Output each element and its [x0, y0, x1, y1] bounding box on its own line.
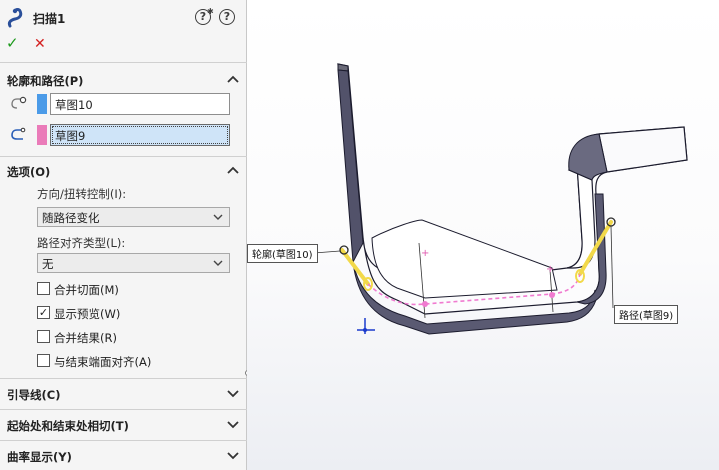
orientation-label: 方向/扭转控制(I):	[37, 187, 127, 201]
chevron-down-icon	[213, 214, 223, 220]
section-divider	[0, 440, 247, 441]
merge-result-label: 合并结果(R)	[54, 331, 117, 345]
show-preview-label: 显示预览(W)	[54, 307, 121, 321]
path-callout[interactable]: 路径(草图9)	[614, 305, 679, 324]
sketch-point-mark: +	[546, 264, 554, 275]
path-callout-leader	[610, 225, 614, 309]
section-title-options: 选项(O)	[7, 165, 51, 179]
show-preview-option[interactable]: ✓ 显示预览(W)	[37, 305, 237, 321]
alignment-dropdown[interactable]: 无	[37, 253, 230, 273]
chevron-down-icon	[213, 260, 223, 266]
whats-new-help-icon[interactable]: ? ✱	[195, 7, 214, 25]
show-preview-checkbox[interactable]: ✓	[37, 306, 50, 319]
section-divider	[0, 156, 247, 157]
section-header-profile-path[interactable]: 轮廓和路径(P)	[0, 68, 247, 92]
profile-callout[interactable]: 轮廓(草图10)	[247, 244, 318, 263]
section-divider	[0, 62, 247, 63]
cancel-button[interactable]: ✕	[34, 36, 46, 52]
ok-button[interactable]: ✓	[6, 35, 19, 51]
merge-tangent-faces-option[interactable]: 合并切面(M)	[37, 281, 237, 297]
path-point	[422, 301, 428, 307]
whats-new-help-glyph: ?	[199, 10, 207, 23]
chevron-down-icon[interactable]	[227, 388, 239, 398]
sweep-preview-model[interactable]: + +	[247, 0, 719, 470]
left-wall-thickness	[337, 69, 364, 264]
section-title-start-end-tangency: 起始处和结束处相切(T)	[7, 419, 129, 433]
top-right-flange	[598, 126, 688, 173]
alignment-label: 路径对齐类型(L):	[37, 236, 126, 250]
origin-point	[363, 328, 367, 332]
section-divider	[0, 378, 247, 379]
section-title-profile-path: 轮廓和路径(P)	[7, 74, 84, 88]
orientation-dropdown[interactable]: 随路径变化	[37, 207, 230, 227]
section-title-curvature-display: 曲率显示(Y)	[7, 450, 72, 464]
feature-title: 扫描1	[33, 12, 66, 26]
property-manager-panel: 扫描1 ? ✱ ? ✓ ✕ 轮廓和路径(P) 草图10 草图9 选项(O) 方向/…	[0, 0, 247, 470]
path-sketch-icon	[11, 127, 26, 140]
orientation-value: 随路径变化	[42, 211, 100, 225]
path-selection-box[interactable]: 草图9	[50, 124, 230, 146]
section-header-curvature-display[interactable]: 曲率显示(Y)	[0, 444, 247, 468]
feature-title-bar: 扫描1 ? ✱ ?	[0, 0, 247, 34]
path-color-swatch	[37, 125, 47, 145]
section-header-options[interactable]: 选项(O)	[0, 159, 247, 183]
section-divider	[0, 409, 247, 410]
section-header-guide-curves[interactable]: 引导线(C)	[0, 382, 247, 406]
merge-tangent-faces-label: 合并切面(M)	[54, 283, 119, 297]
merge-tangent-faces-checkbox[interactable]	[37, 282, 50, 295]
chevron-down-icon[interactable]	[227, 450, 239, 460]
sweep-icon	[7, 8, 23, 28]
profile-selection-box[interactable]: 草图10	[50, 93, 230, 115]
path-point	[549, 292, 555, 298]
section-header-start-end-tangency[interactable]: 起始处和结束处相切(T)	[0, 413, 247, 437]
whats-new-star-icon: ✱	[207, 7, 214, 16]
profile-color-swatch	[37, 94, 47, 114]
chevron-up-icon[interactable]	[227, 165, 239, 175]
profile-callout-leader	[313, 250, 341, 254]
chevron-up-icon[interactable]	[227, 74, 239, 84]
alignment-value: 无	[42, 257, 54, 271]
section-title-guide-curves: 引导线(C)	[7, 388, 61, 402]
sketch-point-mark: +	[421, 248, 429, 259]
merge-result-option[interactable]: 合并结果(R)	[37, 329, 237, 345]
help-icon[interactable]: ?	[219, 9, 235, 25]
align-end-faces-label: 与结束端面对齐(A)	[54, 355, 152, 369]
profile-sketch-icon	[11, 96, 27, 109]
align-end-faces-checkbox[interactable]	[37, 354, 50, 367]
chevron-down-icon[interactable]	[227, 419, 239, 429]
graphics-viewport[interactable]: + + 轮廓(草图10) 路径(草图9)	[247, 0, 719, 470]
inner-sloped-face	[371, 219, 558, 299]
align-end-faces-option[interactable]: 与结束端面对齐(A)	[37, 353, 237, 369]
merge-result-checkbox[interactable]	[37, 330, 50, 343]
